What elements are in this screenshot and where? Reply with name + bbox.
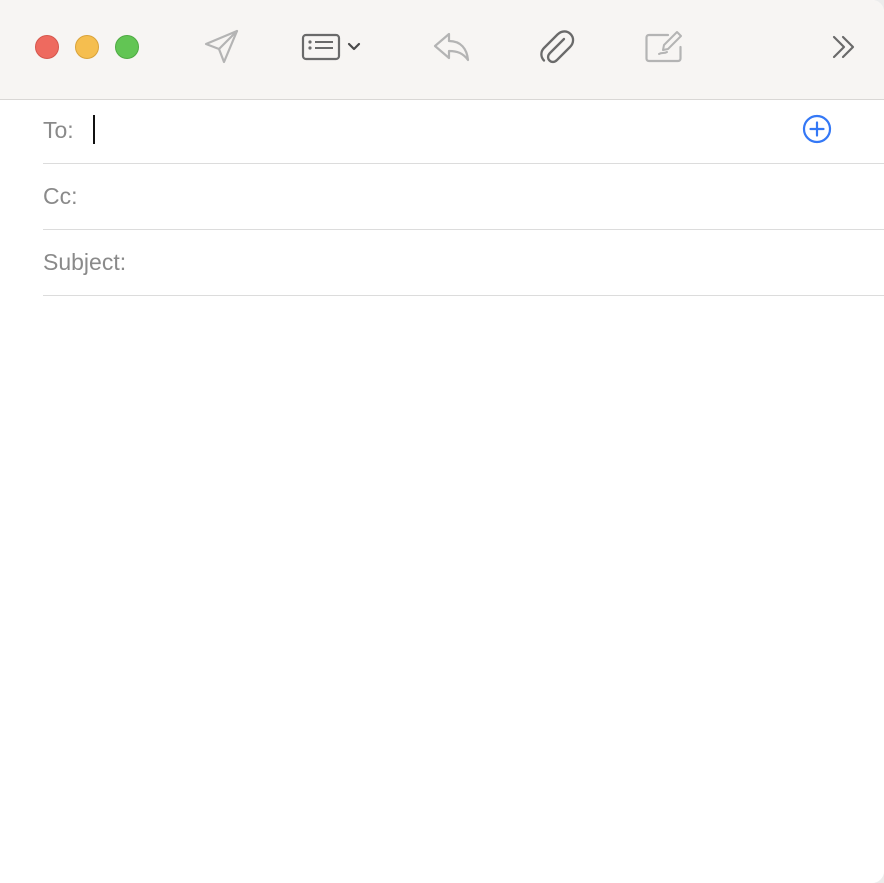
add-contact-button[interactable] — [802, 114, 832, 144]
double-chevron-right-icon — [832, 35, 855, 59]
header-fields-icon — [301, 33, 341, 61]
paperclip-icon — [540, 30, 575, 64]
maximize-window-button[interactable] — [115, 35, 139, 59]
chevron-down-icon — [347, 42, 361, 51]
markup-button[interactable] — [641, 22, 687, 72]
plus-circle-icon — [802, 114, 832, 144]
to-label: To: — [43, 117, 74, 143]
close-window-button[interactable] — [35, 35, 59, 59]
text-caret — [93, 115, 95, 144]
header-fields-button[interactable] — [295, 22, 367, 72]
more-toolbar-items-button[interactable] — [826, 22, 862, 72]
cc-label: Cc: — [43, 183, 78, 209]
compose-window: To: Cc: Subject: — [0, 0, 884, 883]
subject-field[interactable]: Subject: — [43, 230, 884, 296]
cc-field[interactable]: Cc: — [43, 164, 884, 230]
to-field[interactable]: To: — [43, 100, 884, 164]
minimize-window-button[interactable] — [75, 35, 99, 59]
markup-compose-icon — [645, 31, 682, 63]
reply-button[interactable] — [428, 22, 474, 72]
message-body[interactable] — [0, 297, 884, 883]
attach-button[interactable] — [535, 22, 579, 72]
paper-plane-icon — [204, 29, 239, 64]
toolbar — [0, 0, 884, 100]
reply-arrow-icon — [433, 32, 470, 62]
subject-label: Subject: — [43, 249, 127, 275]
send-button[interactable] — [199, 22, 243, 72]
